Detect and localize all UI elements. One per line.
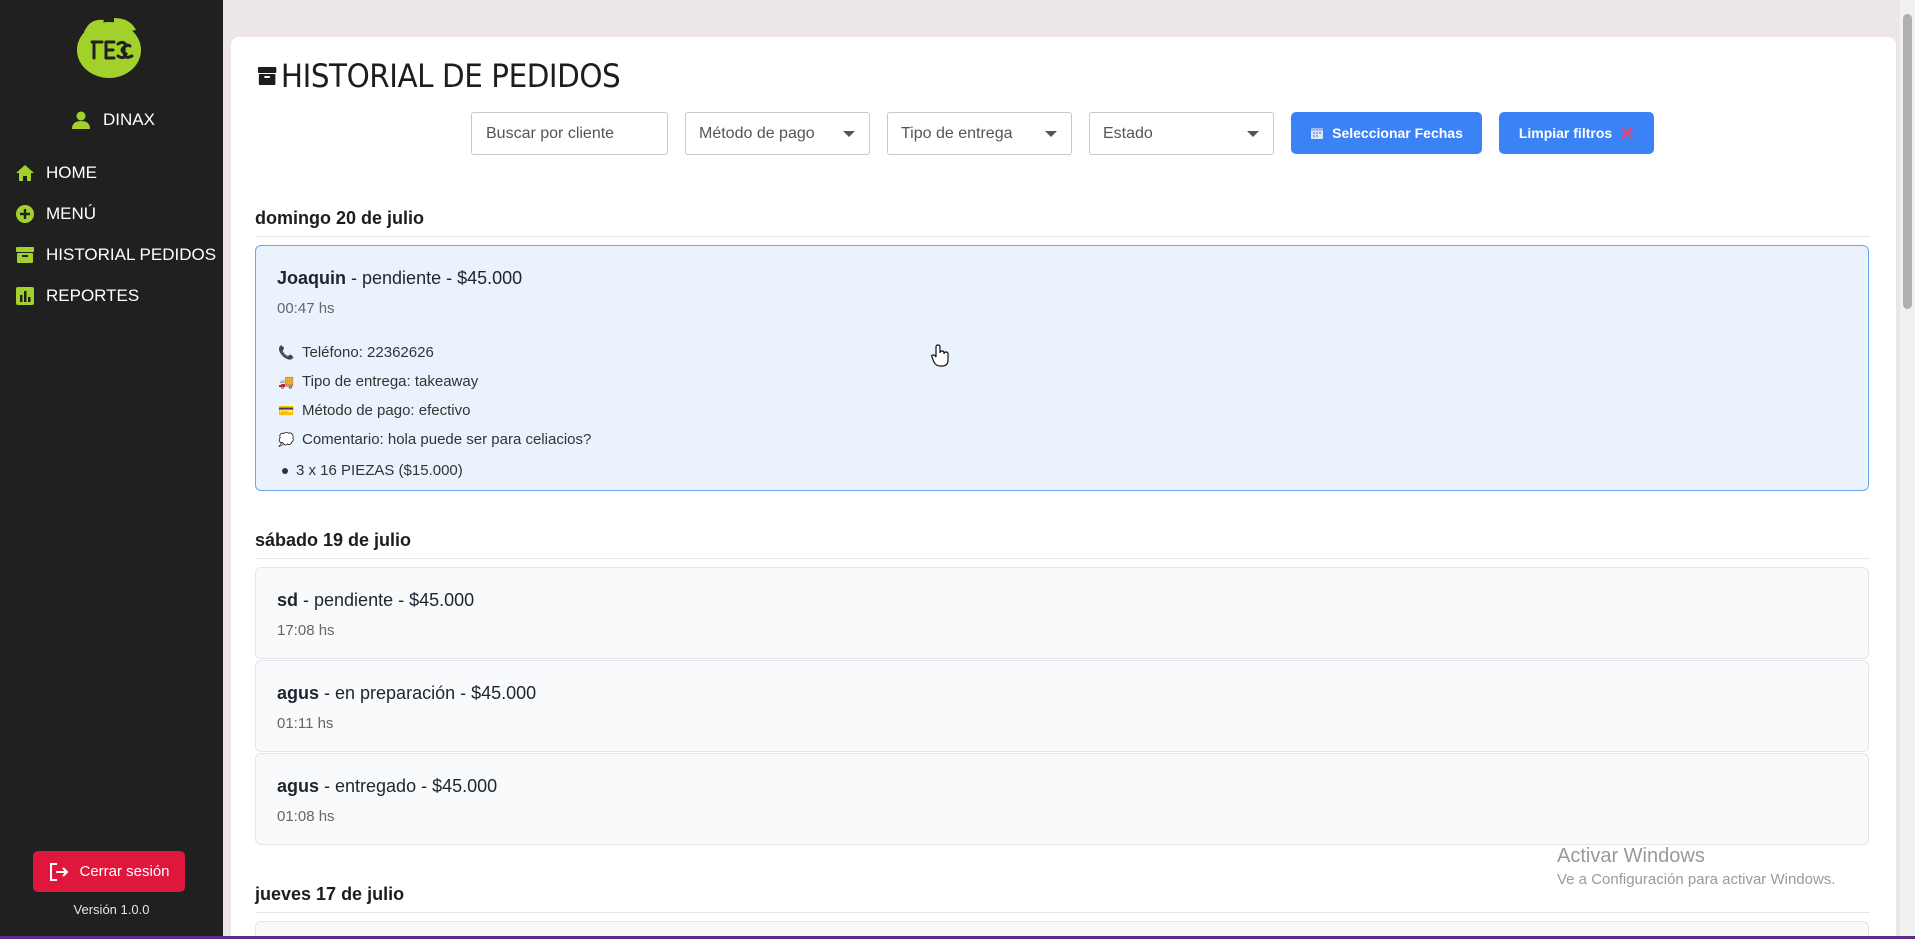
order-status-total: - pendiente - $45.000 — [346, 268, 523, 288]
order-summary: agus - entregado - $45.000 — [277, 776, 497, 797]
order-status-total: - entregado - $45.000 — [319, 776, 498, 796]
delivery-type-select[interactable]: Tipo de entrega — [887, 112, 1072, 155]
bullet-icon — [282, 467, 288, 474]
order-comment: 💭 Comentario: hola puede ser para celiac… — [278, 425, 591, 454]
date-group-heading: jueves 17 de julio — [255, 884, 405, 904]
speech-bubble-icon: 💭 — [278, 431, 295, 447]
divider — [255, 912, 1870, 913]
order-summary: sd - pendiente - $45.000 — [277, 590, 474, 611]
scrollbar-thumb[interactable] — [1903, 14, 1912, 309]
page-title-text: HISTORIAL DE PEDIDOS — [280, 57, 621, 95]
user-icon — [72, 111, 90, 129]
order-payment: 💳 Método de pago: efectivo — [278, 396, 591, 425]
hand-cursor-icon — [931, 344, 949, 367]
phone-icon: 📞 — [278, 344, 295, 360]
sidebar-nav: HOME MENÚ HISTORIAL PEDIDOS REPORTES — [14, 152, 216, 316]
archive-icon — [257, 67, 277, 85]
archive-icon — [16, 246, 34, 263]
scrollbar[interactable] — [1900, 0, 1915, 939]
credit-card-icon: 💳 — [278, 402, 295, 418]
select-dates-label: Seleccionar Fechas — [1332, 125, 1463, 141]
order-phone: 📞 Teléfono: 22362626 — [278, 338, 591, 367]
sidebar-item-menu[interactable]: MENÚ — [14, 193, 216, 234]
sidebar-item-label: REPORTES — [46, 285, 140, 305]
divider — [255, 236, 1870, 237]
payment-method-select[interactable]: Método de pago — [685, 112, 870, 155]
sidebar-item-label: MENÚ — [46, 203, 97, 223]
sidebar-item-label: HOME — [46, 162, 97, 182]
logout-label: Cerrar sesión — [79, 863, 170, 880]
sidebar-item-reportes[interactable]: REPORTES — [14, 275, 216, 316]
chart-icon — [16, 286, 34, 305]
clear-filters-button[interactable]: Limpiar filtros — [1499, 112, 1654, 154]
truck-icon: 🚚 — [278, 373, 295, 389]
delivery-type-value: Tipo de entrega — [901, 124, 1013, 142]
plus-circle-icon — [16, 204, 34, 223]
order-comment-text: Comentario: hola puede ser para celiacio… — [302, 431, 592, 448]
order-card[interactable]: sd - pendiente - $45.000 17:08 hs — [255, 567, 1869, 659]
order-time: 01:08 hs — [277, 808, 335, 825]
order-card[interactable]: agus - entregado - $45.000 01:08 hs — [255, 753, 1869, 845]
order-payment-text: Método de pago: efectivo — [302, 402, 471, 419]
chevron-down-icon — [843, 130, 855, 137]
sidebar: DINAX HOME MENÚ HISTORIAL PEDIDOS REPORT… — [0, 0, 223, 939]
page-title: HISTORIAL DE PEDIDOS — [257, 57, 621, 95]
status-value: Estado — [1103, 124, 1153, 142]
order-time: 01:11 hs — [277, 715, 334, 732]
app-version: Versión 1.0.0 — [73, 902, 150, 917]
brand-logo[interactable] — [70, 12, 148, 82]
order-delivery: 🚚 Tipo de entrega: takeaway — [278, 367, 591, 396]
order-phone-text: Teléfono: 22362626 — [302, 344, 434, 361]
home-icon — [16, 164, 34, 181]
sidebar-item-historial[interactable]: HISTORIAL PEDIDOS — [14, 234, 216, 275]
order-client: sd — [277, 590, 299, 610]
current-user: DINAX — [71, 110, 155, 130]
calendar-icon — [1311, 128, 1324, 139]
watermark-subtitle: Ve a Configuración para activar Windows. — [1557, 871, 1836, 888]
user-name: DINAX — [103, 110, 155, 129]
date-group-heading: domingo 20 de julio — [255, 208, 425, 228]
order-status-total: - en preparación - $45.000 — [319, 683, 537, 703]
sidebar-item-home[interactable]: HOME — [14, 152, 216, 193]
sidebar-item-label: HISTORIAL PEDIDOS — [46, 244, 217, 264]
order-summary: agus - en preparación - $45.000 — [277, 683, 536, 704]
chevron-down-icon — [1247, 130, 1259, 137]
order-card[interactable]: Joaquin - pendiente - $45.000 00:47 hs 📞… — [255, 245, 1869, 491]
clear-filters-label: Limpiar filtros — [1518, 125, 1613, 141]
order-details: 📞 Teléfono: 22362626 🚚 Tipo de entrega: … — [278, 338, 591, 485]
payment-method-value: Método de pago — [699, 124, 815, 142]
logout-button[interactable]: Cerrar sesión — [33, 851, 185, 892]
order-client: agus — [277, 683, 320, 703]
status-select[interactable]: Estado — [1089, 112, 1274, 155]
order-item: 3 x 16 PIEZAS ($15.000) — [278, 456, 591, 485]
order-time: 00:47 hs — [277, 300, 335, 317]
order-client: Joaquin — [277, 268, 347, 288]
order-summary: Joaquin - pendiente - $45.000 — [277, 268, 522, 289]
watermark-title: Activar Windows — [1557, 845, 1705, 867]
chevron-down-icon — [1045, 130, 1057, 137]
filter-bar: Buscar por cliente Método de pago Tipo d… — [471, 112, 1654, 155]
date-group-heading: sábado 19 de julio — [255, 530, 412, 550]
close-icon — [1621, 127, 1634, 139]
select-dates-button[interactable]: Seleccionar Fechas — [1291, 112, 1482, 154]
main-panel: HISTORIAL DE PEDIDOS Buscar por cliente … — [231, 37, 1896, 939]
order-delivery-text: Tipo de entrega: takeaway — [302, 373, 479, 390]
order-item-text: 3 x 16 PIEZAS ($15.000) — [296, 462, 463, 479]
client-search-input[interactable]: Buscar por cliente — [471, 112, 668, 155]
order-card[interactable]: agus - en preparación - $45.000 01:11 hs — [255, 660, 1869, 752]
order-status-total: - pendiente - $45.000 — [298, 590, 475, 610]
logout-icon — [50, 862, 69, 881]
order-time: 17:08 hs — [277, 622, 335, 639]
divider — [255, 558, 1870, 559]
order-client: agus — [277, 776, 320, 796]
windows-activation-watermark: Activar Windows Ve a Configuración para … — [1557, 845, 1835, 888]
